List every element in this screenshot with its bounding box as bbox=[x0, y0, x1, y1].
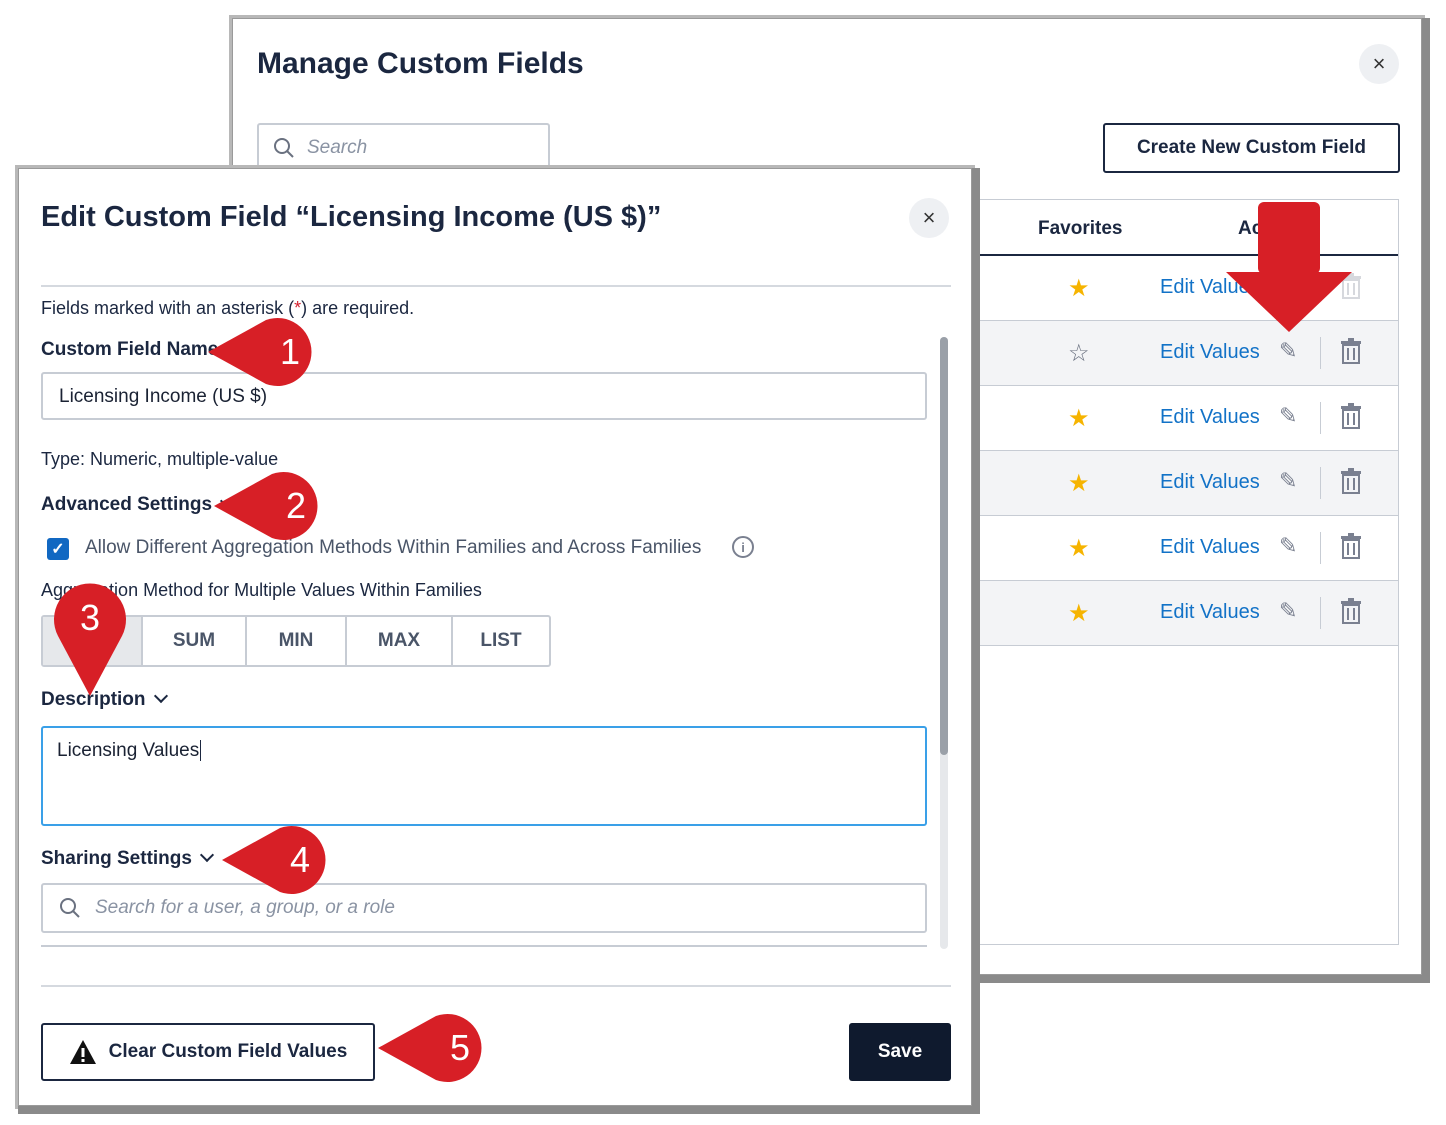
star-filled-icon[interactable]: ★ bbox=[1068, 404, 1090, 433]
edit-values-link[interactable]: Edit Values bbox=[1160, 406, 1260, 429]
action-separator bbox=[1320, 467, 1321, 499]
trash-icon[interactable] bbox=[1340, 468, 1362, 494]
edit-close-button[interactable]: × bbox=[909, 198, 949, 238]
clear-button-label: Clear Custom Field Values bbox=[108, 1041, 348, 1062]
allow-different-aggregation-checkbox[interactable]: ✓ bbox=[47, 538, 69, 560]
sharing-search-input[interactable]: Search for a user, a group, or a role bbox=[41, 883, 927, 933]
checkbox-label: Allow Different Aggregation Methods With… bbox=[85, 537, 702, 558]
trash-icon[interactable] bbox=[1340, 338, 1362, 364]
star-filled-icon[interactable]: ★ bbox=[1068, 274, 1090, 303]
advanced-settings-toggle[interactable]: Advanced Settings bbox=[41, 493, 235, 516]
info-icon-glyph: i bbox=[741, 539, 745, 555]
save-button[interactable]: Save bbox=[849, 1023, 951, 1081]
callout-number: 3 bbox=[80, 597, 100, 638]
chevron-down-icon bbox=[153, 688, 168, 704]
callout-number: 1 bbox=[280, 331, 300, 372]
info-icon[interactable]: i bbox=[732, 536, 754, 558]
search-placeholder: Search bbox=[307, 137, 368, 158]
close-icon: × bbox=[922, 205, 936, 230]
manage-search-input[interactable]: Search bbox=[257, 123, 550, 173]
type-text: Type: Numeric, multiple-value bbox=[41, 449, 279, 469]
callout-number: 5 bbox=[450, 1027, 470, 1068]
pencil-icon[interactable]: ✎ bbox=[1279, 468, 1297, 494]
sharing-settings-label: Sharing Settings bbox=[41, 848, 192, 869]
aggregation-option-sum[interactable]: SUM bbox=[141, 617, 245, 665]
callout-number: 4 bbox=[290, 839, 310, 880]
chevron-down-icon bbox=[199, 847, 215, 863]
trash-icon[interactable] bbox=[1340, 403, 1362, 429]
star-filled-icon[interactable]: ★ bbox=[1068, 469, 1090, 498]
sharing-search-placeholder: Search for a user, a group, or a role bbox=[95, 897, 395, 918]
header-divider bbox=[41, 285, 951, 287]
checkmark-icon: ✓ bbox=[51, 541, 65, 558]
manage-close-button[interactable]: × bbox=[1359, 44, 1399, 84]
pencil-icon[interactable]: ✎ bbox=[1279, 533, 1297, 559]
clear-custom-field-values-button[interactable]: Clear Custom Field Values bbox=[41, 1023, 375, 1081]
name-input-value: Licensing Income (US $) bbox=[59, 386, 268, 407]
sharing-settings-toggle[interactable]: Sharing Settings bbox=[41, 847, 215, 870]
action-separator bbox=[1320, 532, 1321, 564]
callout-1: 1 bbox=[208, 318, 312, 386]
star-filled-icon[interactable]: ★ bbox=[1068, 534, 1090, 563]
action-separator bbox=[1320, 337, 1321, 369]
callout-number: 2 bbox=[286, 485, 306, 526]
aggregation-option-max[interactable]: MAX bbox=[345, 617, 451, 665]
close-icon: × bbox=[1372, 51, 1386, 76]
edit-dialog-title: Edit Custom Field “Licensing Income (US … bbox=[41, 201, 662, 233]
star-filled-icon[interactable]: ★ bbox=[1068, 599, 1090, 628]
callout-2: 2 bbox=[214, 472, 318, 540]
big-down-arrow-icon bbox=[1226, 202, 1352, 332]
manage-dialog-title: Manage Custom Fields bbox=[257, 47, 584, 80]
callout-5: 5 bbox=[378, 1014, 482, 1082]
action-separator bbox=[1320, 402, 1321, 434]
trash-icon[interactable] bbox=[1340, 598, 1362, 624]
star-outline-icon[interactable]: ☆ bbox=[1068, 339, 1090, 368]
description-textarea[interactable]: Licensing Values bbox=[41, 726, 927, 826]
edit-values-link[interactable]: Edit Values bbox=[1160, 471, 1260, 494]
create-new-custom-field-button[interactable]: Create New Custom Field bbox=[1103, 123, 1400, 173]
pencil-icon[interactable]: ✎ bbox=[1279, 338, 1297, 364]
footer-divider bbox=[41, 985, 951, 987]
search-icon bbox=[60, 898, 80, 918]
callout-3: 3 bbox=[54, 583, 126, 696]
search-icon bbox=[274, 138, 294, 158]
favorites-header: Favorites bbox=[1038, 218, 1123, 239]
pencil-icon[interactable]: ✎ bbox=[1279, 403, 1297, 429]
warning-icon bbox=[69, 1040, 96, 1064]
text-cursor bbox=[200, 740, 202, 761]
required-note-post: ) are required. bbox=[301, 298, 415, 318]
custom-field-name-label: Custom Field Name bbox=[41, 339, 219, 360]
aggregation-option-min[interactable]: MIN bbox=[245, 617, 345, 665]
description-value: Licensing Values bbox=[57, 740, 200, 761]
pencil-icon[interactable]: ✎ bbox=[1279, 598, 1297, 624]
edit-values-link[interactable]: Edit Values bbox=[1160, 341, 1260, 364]
edit-values-link[interactable]: Edit Values bbox=[1160, 536, 1260, 559]
scrollbar-thumb[interactable] bbox=[940, 337, 948, 755]
callout-4: 4 bbox=[222, 826, 326, 894]
trash-icon[interactable] bbox=[1340, 533, 1362, 559]
advanced-settings-label: Advanced Settings bbox=[41, 494, 213, 515]
custom-field-name-input[interactable]: Licensing Income (US $) bbox=[41, 372, 927, 420]
edit-custom-field-dialog: Edit Custom Field “Licensing Income (US … bbox=[18, 168, 972, 1106]
list-top-edge bbox=[41, 945, 927, 947]
action-separator bbox=[1320, 597, 1321, 629]
aggregation-option-list[interactable]: LIST bbox=[451, 617, 549, 665]
edit-values-link[interactable]: Edit Values bbox=[1160, 601, 1260, 624]
required-note-pre: Fields marked with an asterisk ( bbox=[41, 298, 295, 318]
